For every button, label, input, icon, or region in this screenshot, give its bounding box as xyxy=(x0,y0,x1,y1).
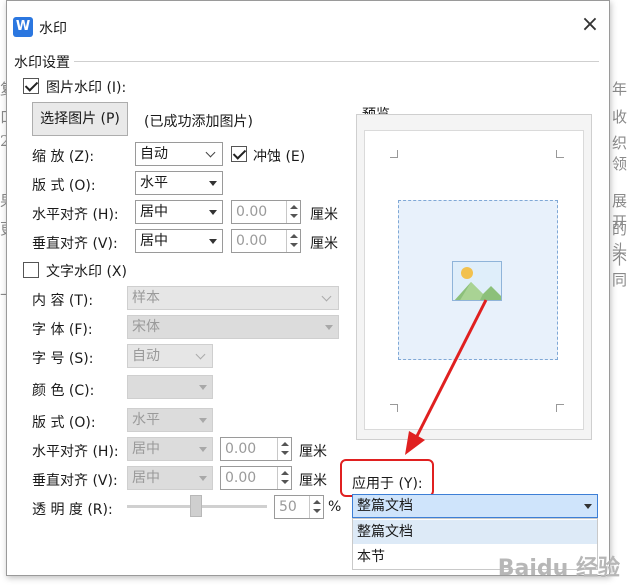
baidu-watermark: Baidu 经验 xyxy=(497,556,620,581)
dropdown-option[interactable]: 整篇文档 xyxy=(353,520,597,544)
highlight-box xyxy=(340,459,434,497)
apply-to-value: 整篇文档 xyxy=(357,498,413,514)
caret-down-icon xyxy=(584,504,592,509)
apply-to-select[interactable]: 整篇文档 xyxy=(352,494,598,518)
